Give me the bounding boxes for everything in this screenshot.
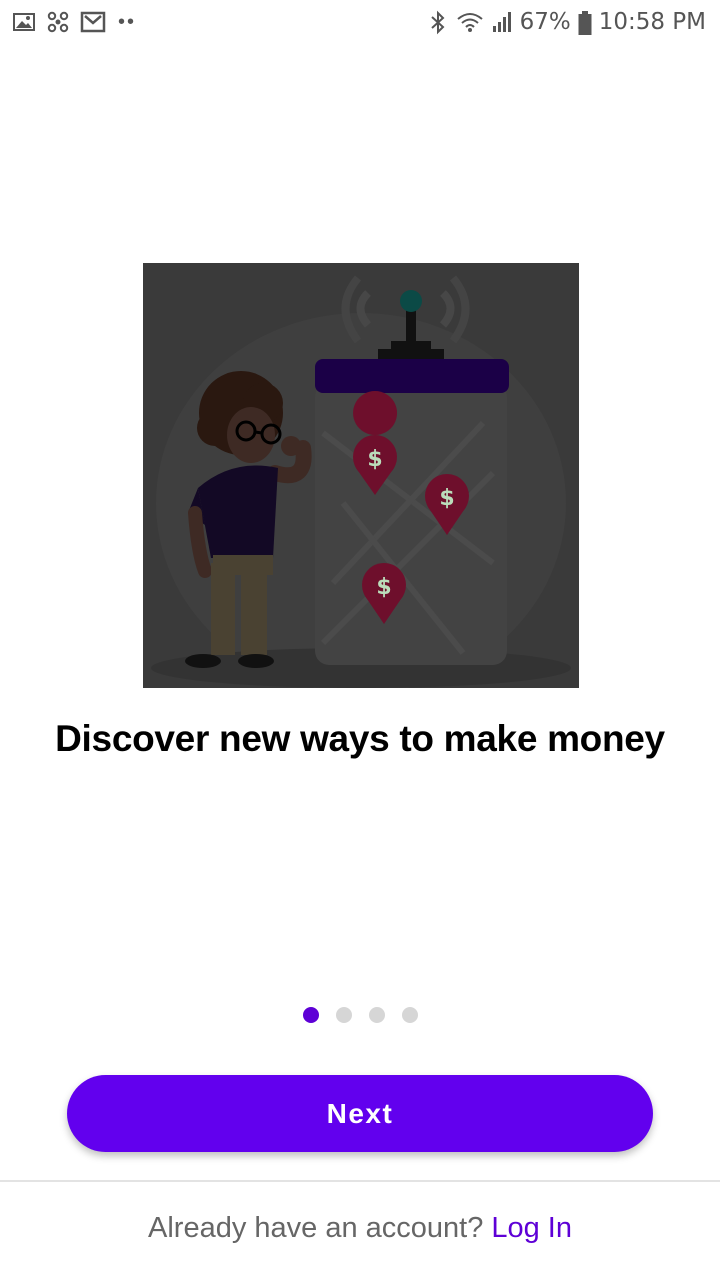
notification-icons: •• xyxy=(12,8,136,36)
signal-icon xyxy=(490,10,514,34)
account-prompt-text: Already have an account? xyxy=(148,1212,484,1244)
gmail-icon xyxy=(80,10,106,34)
login-link[interactable]: Log In xyxy=(491,1212,572,1244)
system-indicators: 67% 10:58 PM xyxy=(426,6,706,38)
login-prompt: Already have an account? Log In xyxy=(0,1212,720,1245)
svg-text:$: $ xyxy=(439,486,454,511)
wifi-icon xyxy=(456,10,484,34)
page-dot-3[interactable] xyxy=(368,1007,385,1023)
page-indicator[interactable] xyxy=(0,1007,720,1023)
page-dot-1[interactable] xyxy=(302,1007,319,1023)
bluetooth-icon xyxy=(426,10,450,35)
more-notifications-indicator: •• xyxy=(118,10,137,33)
battery-icon xyxy=(577,10,593,35)
svg-text:$: $ xyxy=(367,447,382,472)
image-icon xyxy=(12,10,36,34)
pinwheel-icon xyxy=(46,10,70,34)
status-bar: •• 67% 10:58 PM xyxy=(0,0,720,44)
onboarding-headline: Discover new ways to make money xyxy=(55,718,665,759)
page-dot-4[interactable] xyxy=(401,1007,418,1023)
battery-percentage: 67% xyxy=(519,9,571,35)
clock: 10:58 PM xyxy=(598,9,706,35)
divider xyxy=(0,1180,720,1182)
page-dot-2[interactable] xyxy=(335,1007,352,1023)
svg-text:$: $ xyxy=(376,575,391,600)
next-button[interactable]: Next xyxy=(67,1075,653,1152)
onboarding-illustration: $ $ $ xyxy=(143,263,579,688)
